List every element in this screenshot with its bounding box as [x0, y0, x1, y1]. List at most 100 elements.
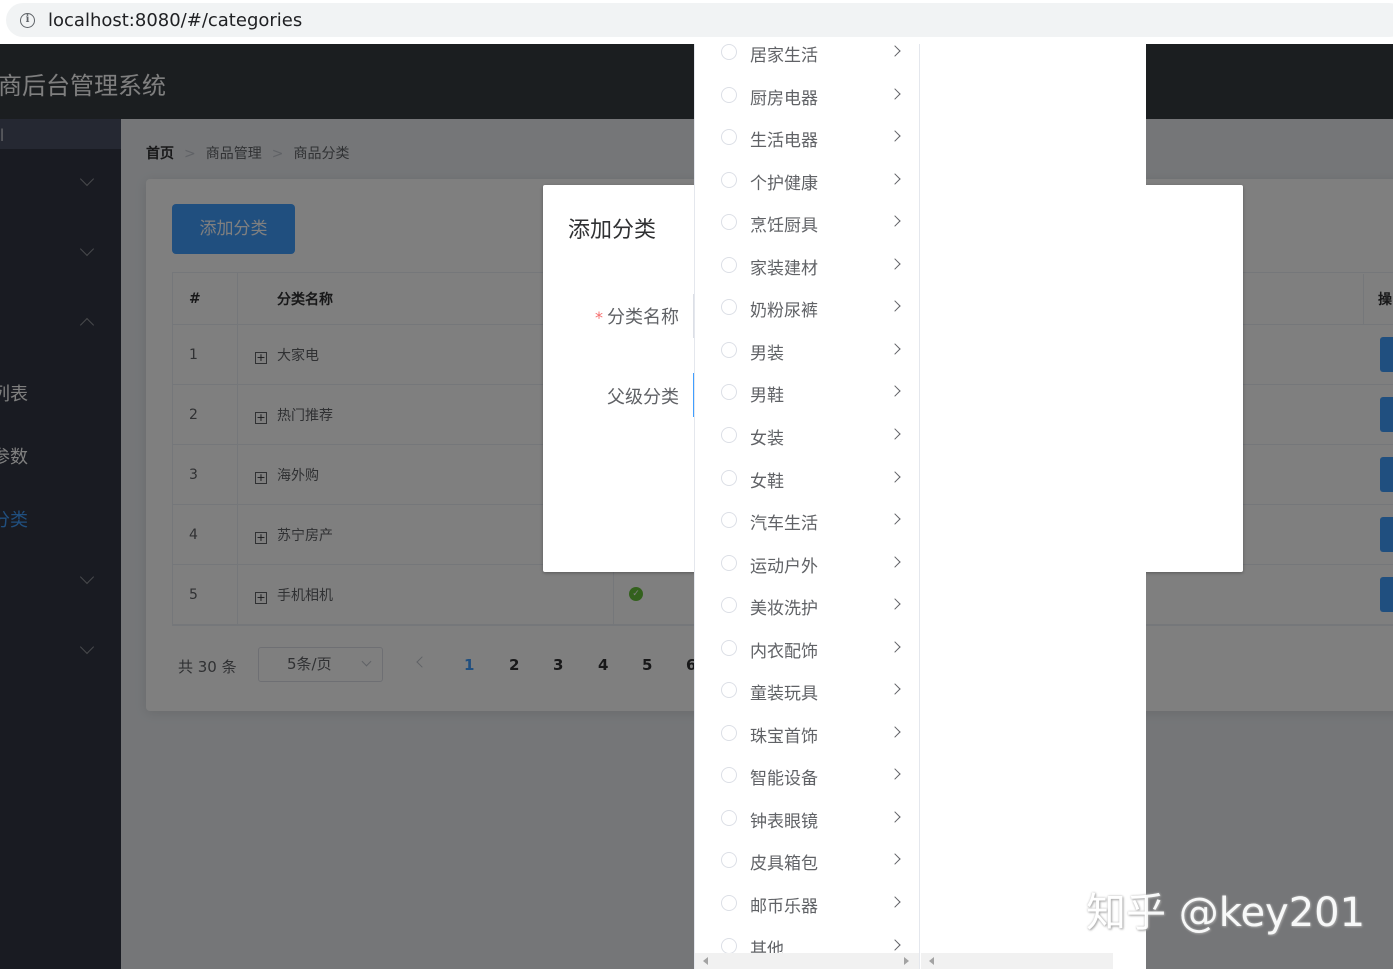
cascader-option-label: 男鞋 [750, 386, 784, 407]
parent-category-label: 父级分类 [607, 387, 679, 408]
horizontal-scrollbar[interactable] [921, 953, 1113, 969]
radio-icon[interactable] [721, 895, 737, 911]
cascader-option-label: 珠宝首饰 [750, 726, 818, 747]
cascader-option[interactable]: 邮币乐器 [695, 882, 919, 924]
chevron-right-icon [889, 811, 901, 823]
radio-icon[interactable] [721, 44, 737, 60]
chevron-right-icon [889, 555, 901, 568]
cascader-option[interactable]: 生活电器 [695, 116, 919, 158]
chevron-right-icon [889, 641, 901, 653]
radio-icon[interactable] [721, 256, 737, 273]
radio-icon[interactable] [721, 937, 737, 954]
cascader-option[interactable]: 智能设备 [695, 754, 919, 796]
cascader-option-label: 汽车生活 [750, 514, 818, 535]
required-mark: * [595, 308, 603, 327]
cascader-option[interactable]: 居家生活 [695, 44, 919, 73]
radio-icon[interactable] [721, 639, 737, 656]
cascader-option[interactable]: 美妆洗护 [695, 584, 919, 626]
radio-icon[interactable] [721, 129, 737, 146]
cascader-option[interactable]: 男装 [695, 329, 919, 371]
cascader-option-label: 女装 [750, 428, 784, 449]
radio-icon[interactable] [721, 597, 737, 614]
cascader-option-label: 居家生活 [750, 46, 818, 66]
chevron-right-icon [889, 598, 901, 610]
radio-icon[interactable] [721, 554, 737, 571]
chevron-right-icon [889, 726, 901, 738]
cascader-option[interactable]: 女装 [695, 414, 919, 456]
info-icon[interactable]: i [20, 13, 35, 28]
cascader-option[interactable]: 奶粉尿裤 [695, 286, 919, 328]
radio-icon[interactable] [721, 852, 737, 869]
cascader-menu-level-1: 居家生活厨房电器生活电器个护健康烹饪厨具家装建材奶粉尿裤男装男鞋女装女鞋汽车生活… [695, 44, 920, 969]
cascader-option-label: 邮币乐器 [750, 897, 818, 917]
cascader-option[interactable]: 汽车生活 [695, 499, 919, 541]
chevron-right-icon [889, 172, 901, 185]
cascader-option-label: 智能设备 [750, 769, 818, 790]
cascader-option-label: 厨房电器 [750, 88, 818, 109]
radio-icon[interactable] [721, 426, 737, 443]
url-field[interactable]: i localhost:8080/#/categories [6, 3, 1393, 37]
radio-icon[interactable] [721, 171, 737, 188]
url-text[interactable]: localhost:8080/#/categories [48, 10, 302, 31]
chevron-right-icon [889, 428, 901, 440]
cascader-option[interactable]: 烹饪厨具 [695, 201, 919, 243]
watermark: 知乎 @key201 [1086, 890, 1366, 936]
radio-icon[interactable] [721, 809, 737, 826]
cascader-dropdown: 居家生活厨房电器生活电器个护健康烹饪厨具家装建材奶粉尿裤男装男鞋女装女鞋汽车生活… [694, 44, 1146, 969]
radio-icon[interactable] [721, 469, 737, 486]
scroll-left-icon[interactable] [703, 957, 708, 965]
radio-icon[interactable] [721, 767, 737, 784]
radio-icon[interactable] [721, 86, 737, 103]
chevron-right-icon [889, 258, 901, 270]
chevron-right-icon [889, 896, 901, 908]
cascader-option-label: 美妆洗护 [750, 599, 818, 620]
category-name-label-text: 分类名称 [607, 307, 679, 328]
chevron-right-icon [889, 938, 901, 951]
cascader-option-label: 运动户外 [750, 556, 818, 577]
cascader-option[interactable]: 家装建材 [695, 244, 919, 286]
radio-icon[interactable] [721, 682, 737, 699]
chevron-right-icon [889, 45, 901, 57]
cascader-option-label: 奶粉尿裤 [750, 301, 818, 322]
cascader-option[interactable]: 钟表眼镜 [695, 797, 919, 839]
scroll-left-icon[interactable] [929, 957, 934, 965]
radio-icon[interactable] [721, 512, 737, 529]
radio-icon[interactable] [721, 724, 737, 741]
browser-address-bar: i localhost:8080/#/categories [0, 0, 1393, 44]
chevron-right-icon [889, 385, 901, 398]
chevron-right-icon [889, 300, 901, 312]
cascader-option[interactable]: 女鞋 [695, 457, 919, 499]
cascader-option-label: 男装 [750, 343, 784, 364]
cascader-option[interactable]: 内衣配饰 [695, 627, 919, 669]
chevron-right-icon [889, 130, 901, 142]
radio-icon[interactable] [721, 341, 737, 358]
cascader-option-label: 钟表眼镜 [750, 811, 818, 832]
radio-icon[interactable] [721, 299, 737, 316]
chevron-right-icon [889, 215, 901, 227]
cascader-option[interactable]: 童装玩具 [695, 669, 919, 711]
cascader-option-label: 童装玩具 [750, 684, 818, 705]
cascader-option[interactable]: 厨房电器 [695, 74, 919, 116]
chevron-right-icon [889, 87, 901, 100]
cascader-option-label: 家装建材 [750, 258, 818, 279]
cascader-option[interactable]: 皮具箱包 [695, 839, 919, 881]
cascader-option[interactable]: 男鞋 [695, 371, 919, 413]
chevron-right-icon [889, 853, 901, 866]
horizontal-scrollbar[interactable] [695, 953, 919, 969]
cascader-option-label: 内衣配饰 [750, 641, 818, 662]
cascader-option-label: 皮具箱包 [750, 854, 818, 875]
chevron-right-icon [889, 768, 901, 781]
cascader-option-label: 烹饪厨具 [750, 216, 818, 237]
cascader-option[interactable]: 珠宝首饰 [695, 712, 919, 754]
cascader-option[interactable]: 个护健康 [695, 159, 919, 201]
radio-icon[interactable] [721, 384, 737, 401]
cascader-option[interactable]: 运动户外 [695, 542, 919, 584]
scroll-right-icon[interactable] [904, 957, 909, 965]
cascader-option-label: 女鞋 [750, 471, 784, 492]
cascader-option-label: 个护健康 [750, 173, 818, 194]
chevron-right-icon [889, 513, 901, 525]
chevron-right-icon [889, 343, 901, 355]
chevron-right-icon [889, 683, 901, 695]
radio-icon[interactable] [721, 214, 737, 231]
category-name-label: * 分类名称 [595, 303, 679, 329]
